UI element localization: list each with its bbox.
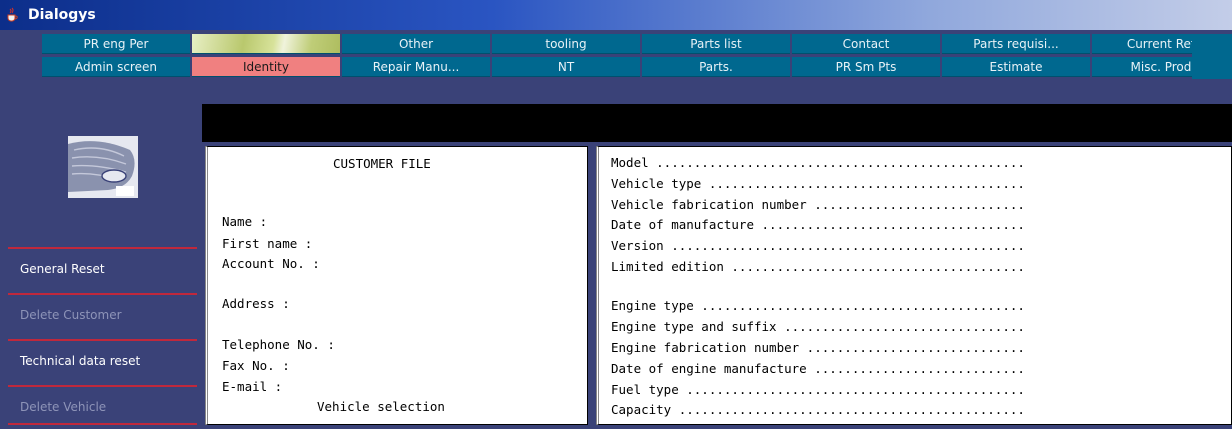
header-bar (202, 104, 1232, 142)
tab-nt[interactable]: NT (492, 57, 640, 77)
tab-estimate[interactable]: Estimate (942, 57, 1090, 77)
technical-data-reset-button[interactable]: Technical data reset (8, 339, 197, 383)
fax-label: Fax No. : (222, 358, 290, 373)
tab-pr-sm-pts[interactable]: PR Sm Pts (792, 57, 940, 77)
divider (8, 339, 197, 341)
title-bar: Dialogys (0, 0, 1232, 30)
model-field: Model ..................................… (611, 155, 1025, 170)
general-reset-button[interactable]: General Reset (8, 247, 197, 291)
capacity-field: Capacity ...............................… (611, 402, 1025, 417)
engine-type-field: Engine type ............................… (611, 298, 1025, 313)
delete-customer-label: Delete Customer (20, 308, 122, 322)
limited-edition-field: Limited edition ........................… (611, 259, 1025, 274)
tab-image[interactable] (192, 34, 340, 54)
delete-vehicle-button[interactable]: Delete Vehicle (8, 385, 197, 429)
tab-admin-screen[interactable]: Admin screen (42, 57, 190, 77)
name-label: Name : (222, 214, 268, 229)
tab-tooling[interactable]: tooling (492, 34, 640, 54)
technical-data-reset-label: Technical data reset (20, 354, 141, 368)
fuel-type-field: Fuel type ..............................… (611, 382, 1025, 397)
vehicle-data-pane[interactable]: Model ..................................… (596, 146, 1232, 425)
first-name-label: First name : (222, 236, 313, 251)
engine-type-suffix-field: Engine type and suffix .................… (611, 319, 1025, 334)
tab-repair-manual[interactable]: Repair Manu... (342, 57, 490, 77)
telephone-label: Telephone No. : (222, 337, 335, 352)
vehicle-type-field: Vehicle type ...........................… (611, 176, 1025, 191)
tab-row-2: Admin screen Identity Repair Manu... NT … (42, 57, 1232, 80)
delete-vehicle-label: Delete Vehicle (20, 400, 107, 414)
divider (8, 385, 197, 387)
general-reset-label: General Reset (20, 262, 105, 276)
tab-row-1: PR eng Per Other tooling Parts list Cont… (42, 34, 1232, 57)
customer-file-pane[interactable]: CUSTOMER FILE Name : First name : Accoun… (205, 146, 588, 425)
tab-parts-list[interactable]: Parts list (642, 34, 790, 54)
email-label: E-mail : (222, 379, 283, 394)
java-cup-icon (7, 7, 18, 22)
tab-parts[interactable]: Parts. (642, 57, 790, 77)
engine-fabrication-number-field: Engine fabrication number ..............… (611, 340, 1025, 355)
date-of-engine-manufacture-field: Date of engine manufacture .............… (611, 361, 1025, 376)
divider (8, 293, 197, 295)
version-field: Version ................................… (611, 238, 1025, 253)
car-silhouette-icon (68, 136, 138, 198)
address-label: Address : (222, 296, 290, 311)
account-no-label: Account No. : (222, 256, 320, 271)
divider (8, 247, 197, 249)
tab-parts-requisition[interactable]: Parts requisi... (942, 34, 1090, 54)
date-of-manufacture-field: Date of manufacture ....................… (611, 217, 1025, 232)
vehicle-selection-label[interactable]: Vehicle selection (317, 399, 445, 414)
customer-file-title: CUSTOMER FILE (333, 156, 431, 171)
tab-overflow-strip (1192, 34, 1232, 79)
tab-contact[interactable]: Contact (792, 34, 940, 54)
window-title: Dialogys (28, 7, 96, 23)
tab-pr-eng-per[interactable]: PR eng Per (42, 34, 190, 54)
tab-other[interactable]: Other (342, 34, 490, 54)
tab-identity[interactable]: Identity (192, 57, 340, 77)
delete-customer-button[interactable]: Delete Customer (8, 293, 197, 337)
vehicle-fabrication-number-field: Vehicle fabrication number .............… (611, 197, 1025, 212)
